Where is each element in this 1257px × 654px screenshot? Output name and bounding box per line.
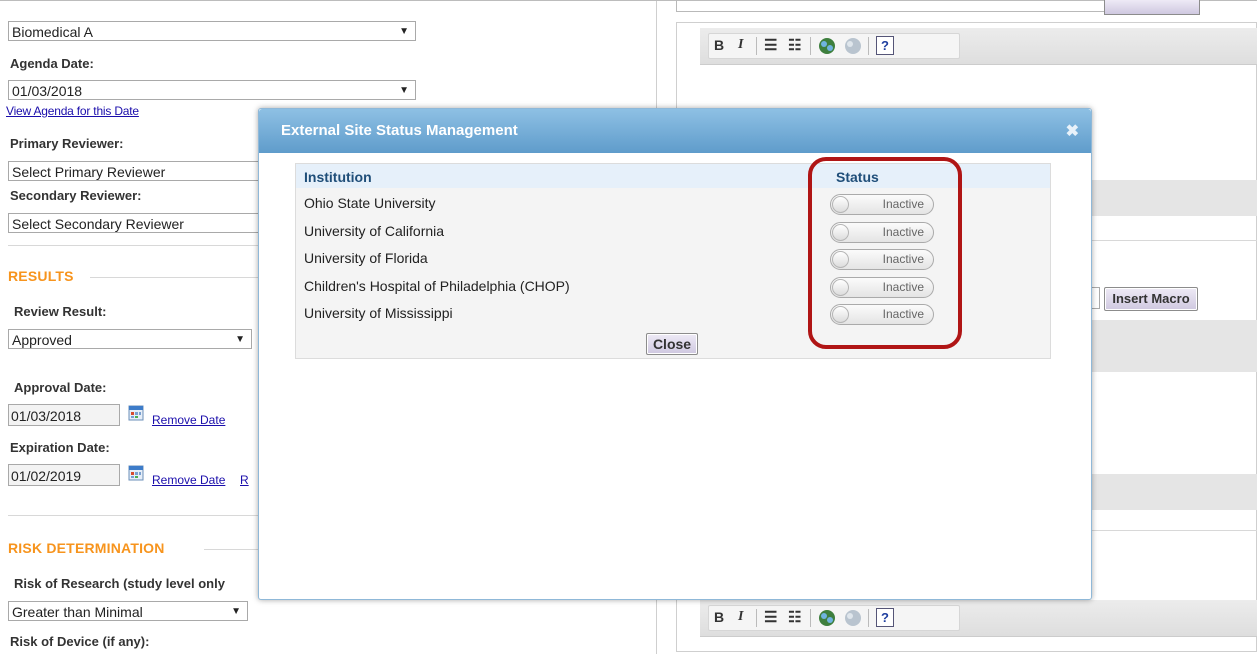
institution-name: University of Mississippi	[304, 305, 453, 321]
approval-date-value: 01/03/2018	[11, 408, 82, 424]
primary-reviewer-label: Primary Reviewer:	[10, 136, 124, 151]
primary-reviewer-value: Select Primary Reviewer	[12, 164, 166, 180]
text-field[interactable]	[676, 0, 1108, 12]
committee-value: Biomedical A	[12, 24, 93, 40]
editor-section-bar	[1088, 474, 1257, 510]
editor-toolbar-bottom: B I ☰ ☷ ?	[700, 600, 1257, 637]
divider	[810, 609, 811, 627]
review-result-value: Approved	[12, 332, 72, 348]
institution-name: Ohio State University	[304, 195, 436, 211]
numbered-list-icon[interactable]: ☰	[764, 608, 777, 626]
remove-expiration-date-link[interactable]: Remove Date	[152, 473, 225, 487]
agenda-date-value: 01/03/2018	[12, 83, 83, 99]
risk-of-device-label: Risk of Device (if any):	[10, 634, 150, 649]
expiration-date-field[interactable]: 01/02/2019	[8, 464, 120, 486]
chevron-down-icon: ▼	[231, 606, 241, 617]
unlink-icon[interactable]	[843, 609, 863, 627]
expiration-date-label: Expiration Date:	[10, 440, 110, 455]
link-icon[interactable]	[817, 609, 837, 627]
dialog-title: External Site Status Management	[281, 122, 518, 139]
review-result-select[interactable]: Approved ▼	[8, 329, 252, 349]
divider	[868, 37, 869, 55]
dialog-header: External Site Status Management ✖	[259, 109, 1091, 153]
bulleted-list-icon[interactable]: ☷	[788, 36, 801, 54]
editor-section-bar	[1088, 320, 1257, 372]
unlink-icon[interactable]	[843, 37, 863, 55]
divider	[8, 515, 258, 516]
risk-determination-heading: RISK DETERMINATION	[8, 540, 165, 556]
divider	[810, 37, 811, 55]
agenda-date-select[interactable]: 01/03/2018 ▼	[8, 80, 416, 100]
chevron-down-icon: ▼	[235, 334, 245, 345]
agenda-date-label: Agenda Date:	[10, 56, 94, 71]
institution-name: University of Florida	[304, 250, 428, 266]
secondary-reviewer-select[interactable]: Select Secondary Reviewer	[8, 213, 268, 233]
divider	[756, 37, 757, 55]
divider	[756, 609, 757, 627]
institution-name: Children's Hospital of Philadelphia (CHO…	[304, 278, 570, 294]
review-result-label: Review Result:	[14, 304, 107, 319]
chevron-down-icon: ▼	[399, 26, 409, 37]
help-icon[interactable]: ?	[876, 36, 894, 55]
close-button[interactable]: Close	[646, 333, 698, 355]
status-highlight-annotation	[808, 157, 962, 349]
divider	[90, 277, 260, 278]
editor-section-bar	[1088, 180, 1257, 216]
external-site-status-dialog: External Site Status Management ✖ Instit…	[258, 108, 1092, 600]
close-icon[interactable]: ✖	[1066, 121, 1079, 141]
secondary-reviewer-value: Select Secondary Reviewer	[12, 216, 184, 232]
expiration-date-value: 01/02/2019	[11, 468, 82, 484]
committee-select[interactable]: Biomedical A ▼	[8, 21, 416, 41]
divider	[1088, 530, 1257, 531]
italic-button[interactable]: I	[738, 37, 743, 53]
insert-macro-button[interactable]: Insert Macro	[1104, 287, 1198, 311]
institution-name: University of California	[304, 223, 445, 239]
italic-button[interactable]: I	[738, 609, 743, 625]
risk-of-research-label: Risk of Research (study level only	[14, 576, 225, 591]
column-header-institution: Institution	[304, 169, 372, 185]
bold-button[interactable]: B	[714, 609, 724, 625]
divider	[1088, 240, 1257, 241]
view-agenda-link[interactable]: View Agenda for this Date	[6, 104, 139, 118]
calendar-icon[interactable]	[128, 405, 144, 421]
chevron-down-icon: ▼	[399, 85, 409, 96]
bulleted-list-icon[interactable]: ☷	[788, 608, 801, 626]
approval-date-field[interactable]: 01/03/2018	[8, 404, 120, 426]
top-button[interactable]	[1104, 0, 1200, 15]
help-icon[interactable]: ?	[876, 608, 894, 627]
divider	[868, 609, 869, 627]
bold-button[interactable]: B	[714, 37, 724, 53]
renew-link-fragment[interactable]: R	[240, 473, 249, 487]
risk-of-research-select[interactable]: Greater than Minimal ▼	[8, 601, 248, 621]
link-icon[interactable]	[817, 37, 837, 55]
editor-toolbar-top: B I ☰ ☷ ?	[700, 28, 1257, 65]
remove-approval-date-link[interactable]: Remove Date	[152, 413, 225, 427]
calendar-icon[interactable]	[128, 465, 144, 481]
numbered-list-icon[interactable]: ☰	[764, 36, 777, 54]
secondary-reviewer-label: Secondary Reviewer:	[10, 188, 142, 203]
divider	[204, 549, 260, 550]
risk-of-research-value: Greater than Minimal	[12, 604, 143, 620]
approval-date-label: Approval Date:	[14, 380, 107, 395]
results-heading: RESULTS	[8, 268, 74, 284]
primary-reviewer-select[interactable]: Select Primary Reviewer	[8, 161, 268, 181]
divider	[8, 245, 258, 246]
